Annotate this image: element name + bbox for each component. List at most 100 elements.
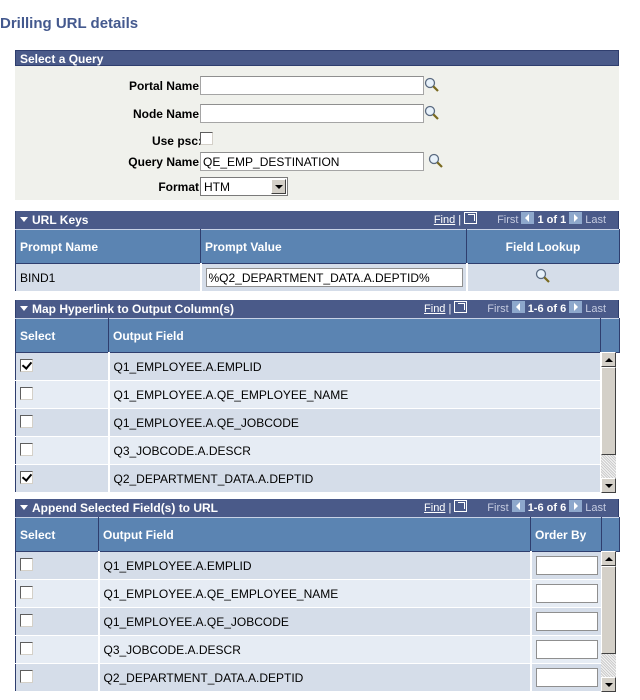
url-keys-find-link[interactable]: Find xyxy=(434,214,455,226)
scroll-down-icon[interactable] xyxy=(601,478,616,493)
node-name-lookup-icon[interactable] xyxy=(424,105,440,121)
output-field-cell: Q2_DEPARTMENT_DATA.A.DEPTID xyxy=(108,464,602,493)
query-name-lookup-icon[interactable] xyxy=(428,153,444,169)
output-field-cell: Q3_JOBCODE.A.DESCR xyxy=(98,635,532,664)
table-row: BIND1 xyxy=(15,263,621,292)
select-checkbox[interactable] xyxy=(20,386,33,400)
select-checkbox[interactable] xyxy=(20,585,33,599)
output-field-cell: Q2_DEPARTMENT_DATA.A.DEPTID xyxy=(98,663,532,692)
collapse-triangle-icon xyxy=(20,217,28,222)
table-row: Q2_DEPARTMENT_DATA.A.DEPTID xyxy=(15,663,620,692)
select-checkbox[interactable] xyxy=(20,669,33,683)
url-keys-grid: URL Keys Find | First 1 of 1 Last Prompt Nam… xyxy=(15,211,621,292)
select-checkbox[interactable] xyxy=(20,641,33,655)
select-cell xyxy=(15,579,100,608)
order-by-input[interactable] xyxy=(535,556,598,575)
popout-icon[interactable] xyxy=(464,212,478,224)
select-cell xyxy=(15,551,100,580)
scroll-thumb[interactable] xyxy=(601,367,616,455)
select-cell xyxy=(15,408,110,437)
append-fields-grid: Append Selected Field(s) to URL Find | Fir… xyxy=(15,499,620,692)
map-hyperlink-scrollbar[interactable] xyxy=(601,352,616,493)
prev-arrow-icon[interactable] xyxy=(521,212,535,224)
node-name-row: Node Name xyxy=(15,104,619,126)
row-count: 1-6 of 6 xyxy=(527,303,567,315)
order-by-input[interactable] xyxy=(535,584,598,603)
col-scroll xyxy=(601,517,620,552)
append-fields-title[interactable]: Append Selected Field(s) to URL xyxy=(20,499,218,517)
table-row: Q1_EMPLOYEE.A.QE_EMPLOYEE_NAME xyxy=(15,380,620,409)
table-row: Q3_JOBCODE.A.DESCR xyxy=(15,635,620,664)
query-name-row: Query Name xyxy=(15,152,619,174)
scroll-track[interactable] xyxy=(601,455,616,478)
select-query-header: Select a Query xyxy=(15,50,619,66)
col-select: Select xyxy=(15,318,109,353)
map-hyperlink-title[interactable]: Map Hyperlink to Output Column(s) xyxy=(20,300,234,318)
map-hyperlink-nav: Find | First 1-6 of 6 Last xyxy=(424,301,606,315)
row-count: 1 of 1 xyxy=(537,214,567,226)
table-row: Q3_JOBCODE.A.DESCR xyxy=(15,436,620,465)
prompt-value-input[interactable] xyxy=(205,268,463,287)
select-checkbox[interactable] xyxy=(20,414,33,428)
url-keys-title[interactable]: URL Keys xyxy=(20,211,88,229)
search-icon[interactable] xyxy=(535,268,551,284)
portal-name-lookup-icon[interactable] xyxy=(424,77,440,93)
order-by-input[interactable] xyxy=(535,668,598,687)
order-by-cell xyxy=(530,663,603,692)
select-checkbox[interactable] xyxy=(20,442,33,456)
col-output-field: Output Field xyxy=(108,318,601,353)
table-row: Q2_DEPARTMENT_DATA.A.DEPTID xyxy=(15,464,620,493)
select-cell xyxy=(15,663,100,692)
order-by-input[interactable] xyxy=(535,612,598,631)
append-fields-scrollbar[interactable] xyxy=(601,551,616,692)
popout-icon[interactable] xyxy=(454,301,468,313)
first-link: First xyxy=(487,303,509,315)
format-row: Format HTM xyxy=(15,177,619,199)
scroll-down-icon[interactable] xyxy=(601,677,616,692)
format-label: Format xyxy=(158,180,199,194)
col-prompt-name: Prompt Name xyxy=(15,229,201,264)
use-psc-checkbox[interactable] xyxy=(200,132,213,145)
portal-name-input[interactable] xyxy=(200,76,424,95)
order-by-cell xyxy=(530,551,603,580)
select-checkbox[interactable] xyxy=(20,613,33,627)
order-by-cell xyxy=(530,635,603,664)
scroll-up-icon[interactable] xyxy=(601,352,616,367)
chevron-down-icon[interactable] xyxy=(271,179,286,194)
url-keys-nav: Find | First 1 of 1 Last xyxy=(433,212,606,226)
query-name-input[interactable] xyxy=(200,152,424,171)
select-cell xyxy=(15,464,110,493)
next-arrow-icon[interactable] xyxy=(569,500,583,512)
output-field-cell: Q3_JOBCODE.A.DESCR xyxy=(108,436,602,465)
prev-arrow-icon[interactable] xyxy=(511,301,525,313)
prev-arrow-icon[interactable] xyxy=(511,500,525,512)
append-fields-find-link[interactable]: Find xyxy=(424,502,445,514)
order-by-input[interactable] xyxy=(535,640,598,659)
select-checkbox[interactable] xyxy=(20,470,33,484)
select-checkbox[interactable] xyxy=(20,358,33,372)
select-cell xyxy=(15,436,110,465)
next-arrow-icon[interactable] xyxy=(569,301,583,313)
scroll-thumb[interactable] xyxy=(601,566,616,654)
scroll-track[interactable] xyxy=(601,654,616,677)
col-order-by: Order By xyxy=(530,517,602,552)
next-arrow-icon[interactable] xyxy=(569,212,583,224)
map-hyperlink-table: Select Output Field Q1_EMPLOYEE.A.EMPLID… xyxy=(15,318,620,493)
last-link: Last xyxy=(585,502,606,514)
append-fields-nav: Find | First 1-6 of 6 Last xyxy=(424,500,606,514)
format-selected-value: HTM xyxy=(204,180,230,194)
table-row: Q1_EMPLOYEE.A.QE_JOBCODE xyxy=(15,408,620,437)
portal-name-label: Portal Name xyxy=(128,79,199,93)
table-row: Q1_EMPLOYEE.A.EMPLID xyxy=(15,352,620,381)
scroll-up-icon[interactable] xyxy=(601,551,616,566)
map-hyperlink-find-link[interactable]: Find xyxy=(424,303,445,315)
last-link: Last xyxy=(585,214,606,226)
format-select[interactable]: HTM xyxy=(200,177,288,196)
table-row: Q1_EMPLOYEE.A.QE_JOBCODE xyxy=(15,607,620,636)
collapse-triangle-icon xyxy=(20,306,28,311)
select-checkbox[interactable] xyxy=(20,557,33,571)
node-name-input[interactable] xyxy=(200,104,424,123)
first-link: First xyxy=(497,214,519,226)
popout-icon[interactable] xyxy=(454,500,468,512)
col-scroll xyxy=(600,318,620,353)
